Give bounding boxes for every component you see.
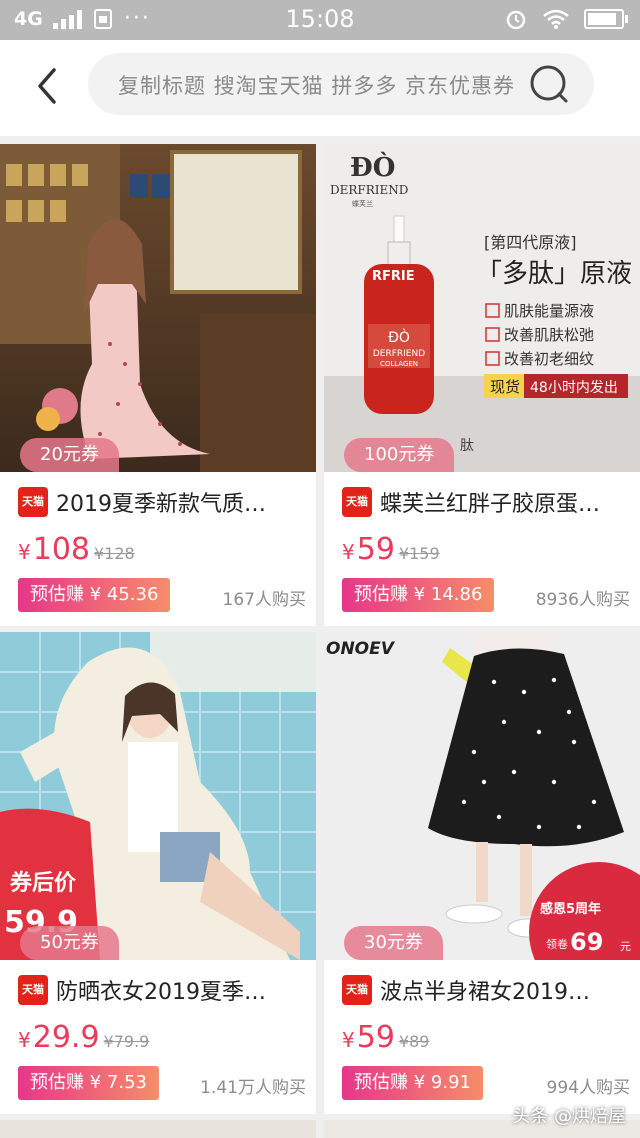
- promo-get-label: 领卷: [546, 937, 568, 951]
- tmall-badge: 天猫: [18, 975, 48, 1005]
- search-icon[interactable]: [528, 63, 570, 105]
- svg-text:RFRIE: RFRIE: [372, 269, 415, 284]
- tmall-badge: 天猫: [342, 975, 372, 1005]
- sold-count: 167人购买: [222, 590, 306, 610]
- product-title-row[interactable]: 天猫 蝶芙兰红胖子胶原蛋…: [342, 484, 628, 520]
- search-placeholder: 复制标题 搜淘宝天猫 拼多多 京东优惠券: [118, 74, 516, 98]
- image-bullet-3: 改善初老细纹: [504, 350, 594, 368]
- sold-count: 8936人购买: [535, 590, 630, 610]
- estimated-earn-button[interactable]: 预估赚 ¥ 7.53: [18, 1066, 159, 1100]
- coupon-badge: 30元券: [344, 926, 443, 960]
- image-bullet-2: 改善肌肤松弛: [504, 326, 594, 344]
- sold-count: 1.41万人购买: [200, 1078, 306, 1098]
- product-card[interactable]: ONOEV 感恩5周年 领卷 69 元 30元券 天猫 波点半身裙女2019…: [324, 632, 640, 1114]
- product-image[interactable]: [0, 144, 316, 472]
- back-icon[interactable]: [30, 66, 66, 106]
- price: 59: [356, 1020, 395, 1055]
- price-row: ¥ 29.9 ¥79.9: [18, 1020, 149, 1060]
- status-bar: 4G ··· 15:08: [0, 0, 640, 40]
- watermark: 头条 @烘焙屋: [512, 1106, 626, 1127]
- price: 108: [32, 532, 90, 567]
- currency-symbol: ¥: [18, 1028, 31, 1052]
- price: 59: [356, 532, 395, 567]
- partial-text: 肽: [460, 438, 474, 454]
- original-price: ¥128: [94, 544, 135, 563]
- product-card[interactable]: 券后价 59.9 50元券 天猫 防晒衣女2019夏季… ¥ 29.9 ¥79.…: [0, 632, 316, 1114]
- currency-symbol: ¥: [18, 540, 31, 564]
- brand-sub-text: 蝶芙兰: [352, 199, 373, 208]
- coupon-badge: 20元券: [20, 438, 119, 472]
- stock-label: 现货: [490, 378, 520, 396]
- product-title-row[interactable]: 天猫 波点半身裙女2019…: [342, 972, 628, 1008]
- estimated-earn-button[interactable]: 预估赚 ¥ 45.36: [18, 578, 171, 612]
- top-bar: 复制标题 搜淘宝天猫 拼多多 京东优惠券: [0, 40, 640, 136]
- bottle-sub-text: COLLAGEN: [380, 360, 418, 368]
- search-input[interactable]: 复制标题 搜淘宝天猫 拼多多 京东优惠券: [88, 53, 594, 115]
- wifi-icon: [543, 9, 569, 29]
- next-card-peek[interactable]: [0, 1120, 316, 1138]
- estimated-earn-button[interactable]: 预估赚 ¥ 9.91: [342, 1066, 483, 1100]
- alarm-icon: [506, 10, 526, 30]
- original-price: ¥79.9: [103, 1032, 150, 1051]
- tmall-badge: 天猫: [342, 487, 372, 517]
- original-price: ¥159: [398, 544, 440, 563]
- product-image[interactable]: 券后价 59.9: [0, 632, 316, 960]
- product-title-row[interactable]: 天猫 防晒衣女2019夏季…: [18, 972, 304, 1008]
- estimated-earn-button[interactable]: 预估赚 ¥ 14.86: [342, 578, 495, 612]
- ship-label: 48小时内发出: [530, 380, 618, 396]
- after-coupon-label: 券后价: [9, 870, 77, 896]
- currency-symbol: ¥: [342, 540, 355, 564]
- promo-label: 感恩5周年: [540, 901, 601, 917]
- price-row: ¥ 59 ¥159: [342, 532, 440, 572]
- bottle-brand-text: DERFRIEND: [373, 349, 425, 359]
- brand-logo-text: DERFRIEND: [330, 183, 408, 197]
- original-price: ¥89: [398, 1032, 430, 1051]
- promo-unit: 元: [620, 940, 631, 953]
- sold-count: 994人购买: [546, 1078, 630, 1098]
- product-title[interactable]: 防晒衣女2019夏季…: [56, 974, 266, 1006]
- image-generation-text: [第四代原液]: [484, 233, 577, 252]
- price-row: ¥ 108 ¥128: [18, 532, 135, 572]
- product-title[interactable]: 波点半身裙女2019…: [380, 974, 590, 1006]
- product-title[interactable]: 2019夏季新款气质…: [56, 486, 266, 518]
- product-card[interactable]: ĐÒ DERFRIEND 蝶芙兰 RFRIE ĐÒ DERFRIEND COLL…: [324, 144, 640, 626]
- product-title-row[interactable]: 天猫 2019夏季新款气质…: [18, 484, 304, 520]
- coupon-badge: 100元券: [344, 438, 455, 472]
- price-row: ¥ 59 ¥89: [342, 1020, 429, 1060]
- promo-price: 69: [570, 928, 603, 956]
- tmall-badge: 天猫: [18, 487, 48, 517]
- coupon-badge: 50元券: [20, 926, 119, 960]
- image-bullet-1: 肌肤能量源液: [504, 302, 594, 320]
- product-image[interactable]: ONOEV 感恩5周年 领卷 69 元: [324, 632, 640, 960]
- currency-symbol: ¥: [342, 1028, 355, 1052]
- battery-icon: [584, 9, 628, 29]
- brand-logo-text: ONOEV: [326, 639, 396, 659]
- price: 29.9: [32, 1020, 100, 1055]
- svg-text:ĐÒ: ĐÒ: [388, 328, 410, 346]
- svg-text:ĐÒ: ĐÒ: [350, 151, 395, 183]
- image-headline-text: 「多肽」原液: [476, 259, 632, 289]
- product-title[interactable]: 蝶芙兰红胖子胶原蛋…: [380, 486, 600, 518]
- product-card[interactable]: 20元券 天猫 2019夏季新款气质… ¥ 108 ¥128 预估赚 ¥ 45.…: [0, 144, 316, 626]
- product-image[interactable]: ĐÒ DERFRIEND 蝶芙兰 RFRIE ĐÒ DERFRIEND COLL…: [324, 144, 640, 472]
